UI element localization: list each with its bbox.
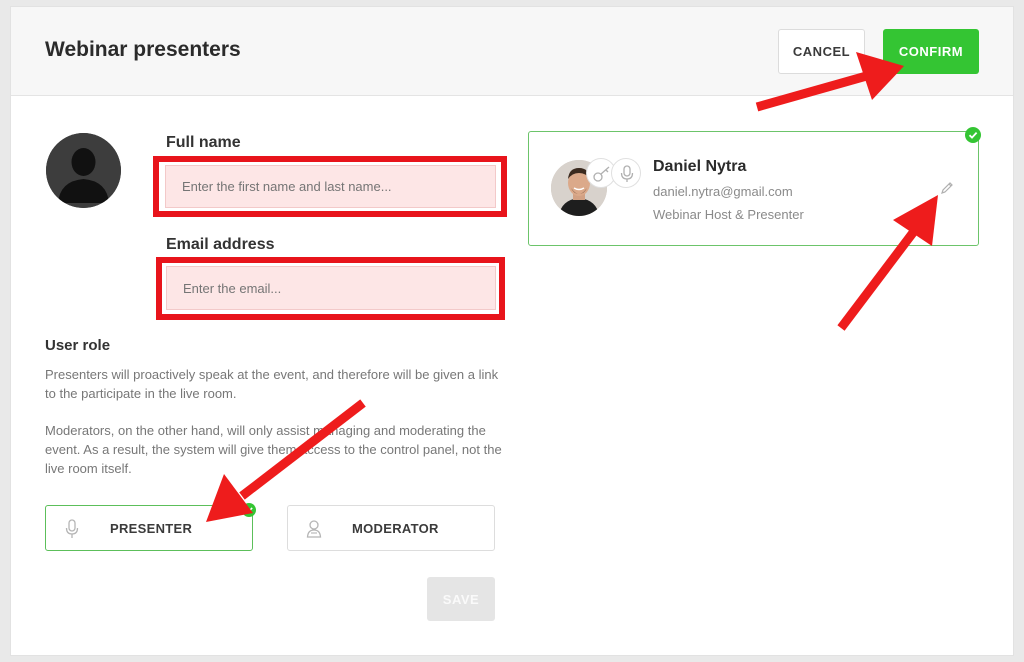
role-presenter-button[interactable]: PRESENTER: [45, 505, 253, 551]
microphone-icon: [65, 519, 79, 538]
presenter-name: Daniel Nytra: [653, 158, 747, 175]
role-presenter-label: PRESENTER: [110, 521, 193, 536]
save-button[interactable]: SAVE: [427, 577, 495, 621]
panel-header: Webinar presenters CANCEL CONFIRM: [11, 7, 1013, 96]
card-check-icon: [965, 127, 981, 143]
confirm-button[interactable]: CONFIRM: [883, 29, 979, 74]
moderator-description: Moderators, on the other hand, will only…: [45, 423, 502, 476]
presenter-email: daniel.nytra@gmail.com: [653, 184, 793, 199]
pencil-icon[interactable]: [939, 180, 955, 196]
presenter-role: Webinar Host & Presenter: [653, 207, 804, 222]
role-moderator-label: MODERATOR: [352, 521, 439, 536]
full-name-input[interactable]: [165, 165, 496, 208]
full-name-label: Full name: [166, 134, 241, 151]
page-title: Webinar presenters: [45, 38, 241, 61]
email-label: Email address: [166, 236, 275, 253]
cancel-button[interactable]: CANCEL: [778, 29, 865, 74]
email-input[interactable]: [166, 266, 496, 310]
presenter-check-icon: [242, 503, 256, 517]
microphone-badge: [611, 158, 641, 188]
user-role-title: User role: [45, 337, 111, 354]
webinar-presenters-panel: Webinar presenters CANCEL CONFIRM Full n…: [10, 6, 1014, 656]
microphone-icon: [620, 165, 634, 182]
avatar-placeholder[interactable]: [46, 133, 121, 208]
user-icon: [306, 520, 322, 538]
presenter-description: Presenters will proactively speak at the…: [45, 367, 499, 401]
role-moderator-button[interactable]: MODERATOR: [287, 505, 495, 551]
presenter-card: Daniel Nytra daniel.nytra@gmail.com Webi…: [528, 131, 979, 246]
user-silhouette-icon: [46, 133, 121, 208]
